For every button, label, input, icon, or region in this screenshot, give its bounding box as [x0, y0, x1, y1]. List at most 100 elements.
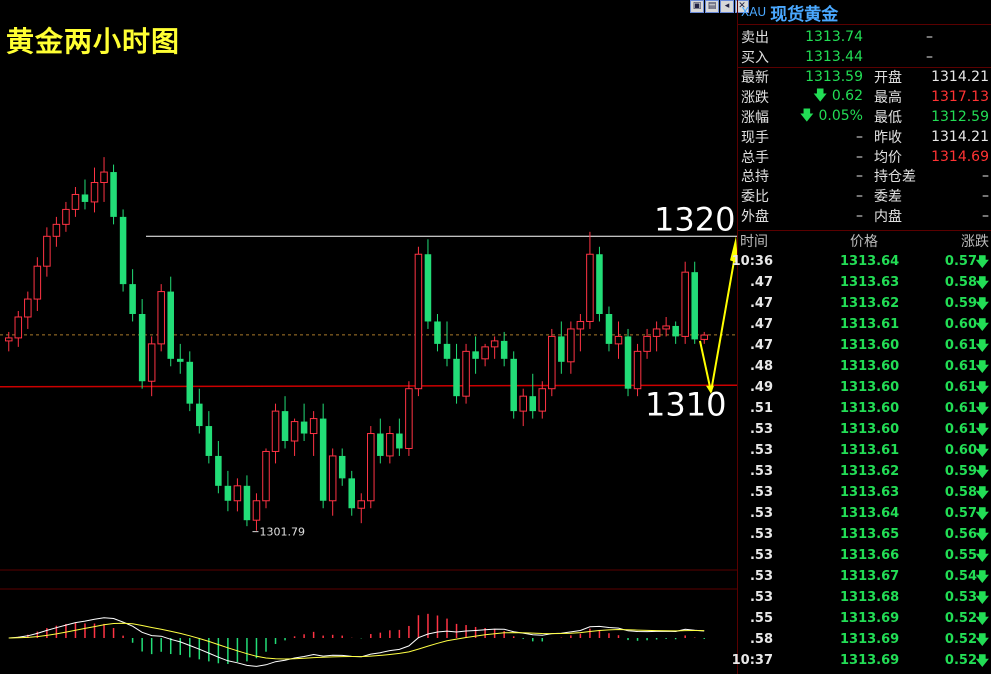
trades-header: 时间 价格 涨跌 [738, 231, 991, 251]
trade-row[interactable]: .53 1313.68 0.53 🡇 [738, 587, 991, 608]
candle-body [319, 418, 327, 501]
trade-change: 0.61 [944, 358, 977, 374]
trade-row[interactable]: .53 1313.66 0.55 🡇 [738, 545, 991, 566]
trade-change: 0.59 [944, 463, 977, 479]
candle-body [357, 500, 366, 509]
quote-row: 涨幅 🡇 0.05% 最低 1312.59 [738, 107, 991, 127]
trade-time: .47 [749, 295, 773, 311]
quote-label: 最高 [874, 90, 902, 107]
quote-value: – [982, 208, 989, 225]
trade-row[interactable]: .47 1313.63 0.58 🡇 [738, 272, 991, 293]
quote-value: – [982, 188, 989, 205]
trade-time: .53 [749, 421, 773, 437]
trade-row[interactable]: .53 1313.63 0.58 🡇 [738, 482, 991, 503]
chart-icon[interactable]: ▤ [705, 0, 719, 13]
quote-label: 最低 [874, 110, 902, 127]
trade-list[interactable]: 10:36 1313.64 0.57 🡇 .47 1313.63 0.58 🡇 .47 1313.… [732, 251, 991, 671]
candle-body [328, 455, 337, 502]
buy-label: 买入 [741, 49, 769, 66]
trade-change: 0.60 [944, 442, 977, 458]
trade-row[interactable]: .47 1313.62 0.59 🡇 [738, 293, 991, 314]
quote-panel: XAU 现货黄金 卖出 1313.74 – 买入 1313.44 – 最新 131… [732, 0, 991, 674]
quote-label: 涨跌 [741, 90, 769, 107]
candle-body [309, 418, 318, 435]
candle-body [538, 388, 547, 412]
trade-row[interactable]: 10:36 1313.64 0.57 🡇 [732, 251, 991, 272]
symbol-header[interactable]: XAU 现货黄金 [738, 0, 991, 25]
candle-body [567, 328, 575, 363]
trade-price: 1313.60 [840, 421, 900, 437]
trade-row[interactable]: .51 1313.60 0.61 🡇 [738, 398, 991, 419]
trade-time: .53 [749, 463, 773, 479]
window-icon[interactable]: ▣ [690, 0, 704, 13]
candle-body [81, 194, 89, 202]
candle-body [281, 411, 289, 441]
trade-change: 0.61 [944, 421, 977, 437]
quote-row-buy: 买入 1313.44 – [738, 47, 991, 68]
quote-label: 总手 [741, 149, 769, 166]
trade-row[interactable]: .55 1313.69 0.52 🡇 [738, 608, 991, 629]
candle-body [614, 335, 623, 345]
trade-row[interactable]: .47 1313.61 0.60 🡇 [738, 314, 991, 335]
trade-price: 1313.65 [840, 526, 900, 542]
trade-row[interactable]: .53 1313.60 0.61 🡇 [738, 419, 991, 440]
trade-row[interactable]: .53 1313.65 0.56 🡇 [738, 524, 991, 545]
quote-row: 总持 – 持仓差 – [738, 167, 991, 187]
trade-change: 0.58 [944, 274, 977, 290]
candle-body [243, 485, 251, 521]
candle-body [119, 216, 127, 285]
quote-value: 1313.59 [805, 69, 863, 86]
trade-row[interactable]: .48 1313.60 0.61 🡇 [738, 356, 991, 377]
candle-body [271, 410, 280, 452]
candle-body [434, 321, 441, 344]
chart-area[interactable]: 1301.79 1320 1310 黄金两小时图 ▣ ▤ ◂ ✕ [0, 0, 749, 674]
trade-time: .47 [749, 316, 773, 332]
trade-row[interactable]: .47 1313.60 0.61 🡇 [738, 335, 991, 356]
trade-row[interactable]: 10:37 1313.69 0.52 🡇 [732, 650, 991, 671]
candle-body [5, 337, 13, 342]
candle-body [472, 351, 479, 359]
trade-row[interactable]: .53 1313.64 0.57 🡇 [738, 503, 991, 524]
symbol-code: XAU [741, 5, 767, 19]
candle-body [662, 325, 670, 330]
buy-value: 1313.44 [805, 48, 863, 65]
candle-body [367, 433, 375, 502]
candle-body [586, 253, 594, 322]
trade-row[interactable]: .53 1313.62 0.59 🡇 [738, 461, 991, 482]
trade-row[interactable]: .58 1313.69 0.52 🡇 [738, 629, 991, 650]
trade-row[interactable]: .53 1313.67 0.54 🡇 [738, 566, 991, 587]
candle-body [681, 271, 689, 337]
min-price-label: 1301.79 [259, 526, 305, 539]
candle-body [424, 254, 432, 322]
candle-body [510, 358, 517, 412]
quote-stats: 最新 1313.59 开盘 1314.21 涨跌 🡇 0.62 最高 1317.13 涨幅 🡇 0… [738, 68, 991, 226]
candle-body [596, 254, 603, 314]
quote-value: – [982, 168, 989, 185]
back-icon[interactable]: ◂ [720, 0, 734, 13]
candle-body [453, 358, 460, 397]
candle-body [290, 421, 299, 442]
buy-volume: – [926, 48, 933, 65]
trade-time: .47 [749, 337, 773, 353]
trade-time: .49 [749, 379, 773, 395]
trade-change: 0.53 [944, 589, 977, 605]
quote-label: 内盘 [874, 209, 902, 226]
trade-price: 1313.69 [840, 631, 900, 647]
candle-body [377, 433, 384, 456]
trade-time: .53 [749, 547, 773, 563]
candle-body [138, 314, 146, 382]
trade-row[interactable]: .53 1313.61 0.60 🡇 [738, 440, 991, 461]
quote-value: 1312.59 [931, 109, 989, 126]
candle-body [672, 325, 679, 337]
trade-change: 0.59 [944, 295, 977, 311]
sell-volume: – [926, 28, 933, 45]
candle-body [462, 350, 470, 397]
candle-body [205, 426, 213, 456]
trade-change: 0.56 [944, 526, 977, 542]
trade-price: 1313.63 [840, 274, 900, 290]
quote-row: 外盘 – 内盘 – [738, 206, 991, 226]
candlestick-chart[interactable]: 1301.79 1320 1310 [0, 0, 737, 674]
sell-label: 卖出 [741, 29, 769, 46]
trade-row[interactable]: .49 1313.60 0.61 🡇 [738, 377, 991, 398]
candle-body [129, 284, 136, 314]
